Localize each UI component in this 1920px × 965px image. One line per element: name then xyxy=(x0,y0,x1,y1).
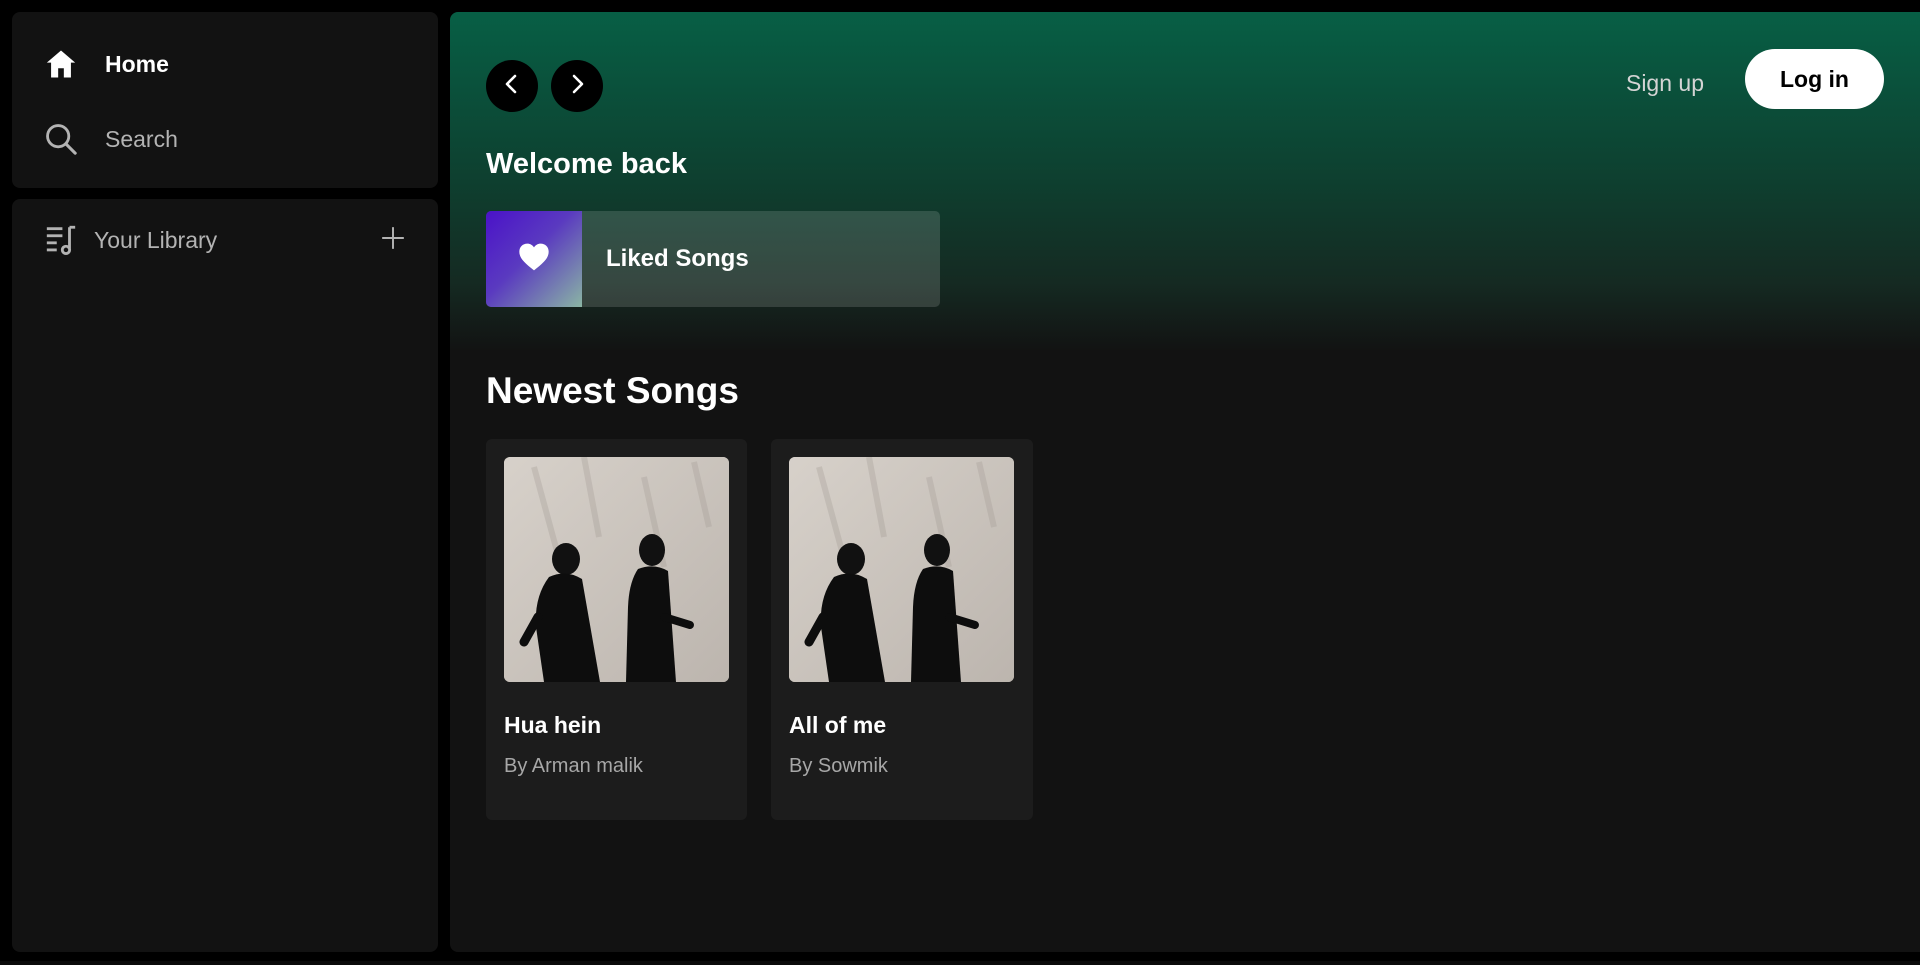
song-card[interactable]: Hua hein By Arman malik xyxy=(486,439,747,820)
song-card-list: Hua hein By Arman malik All of me By Sow… xyxy=(486,439,1033,820)
history-nav xyxy=(486,60,603,112)
song-title: All of me xyxy=(789,712,887,738)
window-bottom-edge xyxy=(0,961,1920,965)
song-artist: By Arman malik xyxy=(504,755,643,777)
forward-button[interactable] xyxy=(551,60,603,112)
home-icon xyxy=(44,47,78,81)
album-art xyxy=(789,457,1014,682)
song-artist: By Sowmik xyxy=(789,755,888,777)
sidebar-item-label: Home xyxy=(105,50,169,77)
library-header: Your Library xyxy=(44,223,406,257)
welcome-title: Welcome back xyxy=(486,148,687,180)
sidebar-library: Your Library xyxy=(12,199,438,952)
chevron-left-icon xyxy=(500,72,524,101)
sidebar-item-search[interactable]: Search xyxy=(44,115,438,163)
liked-songs-art xyxy=(486,211,582,307)
login-button[interactable]: Log in xyxy=(1745,49,1884,109)
library-title: Your Library xyxy=(94,226,218,253)
chevron-right-icon xyxy=(565,72,589,101)
search-icon xyxy=(44,122,78,156)
sidebar-item-home[interactable]: Home xyxy=(44,40,438,88)
signup-button[interactable]: Sign up xyxy=(1626,70,1704,97)
library-icon xyxy=(44,223,78,257)
song-card[interactable]: All of me By Sowmik xyxy=(771,439,1033,820)
heart-icon xyxy=(518,242,550,277)
library-toggle[interactable]: Your Library xyxy=(44,223,217,257)
liked-songs-card[interactable]: Liked Songs xyxy=(486,211,940,307)
section-title-newest: Newest Songs xyxy=(486,370,739,411)
song-title: Hua hein xyxy=(504,712,602,738)
sidebar-item-label: Search xyxy=(105,125,178,152)
liked-songs-label: Liked Songs xyxy=(606,245,749,272)
sidebar-nav: Home Search xyxy=(12,12,438,188)
app-root: Home Search Your Library Sign up Log in … xyxy=(0,0,1920,965)
plus-icon[interactable] xyxy=(380,225,406,256)
album-art xyxy=(504,457,729,682)
back-button[interactable] xyxy=(486,60,538,112)
main-content: Sign up Log in Welcome back Liked Songs … xyxy=(450,12,1920,952)
